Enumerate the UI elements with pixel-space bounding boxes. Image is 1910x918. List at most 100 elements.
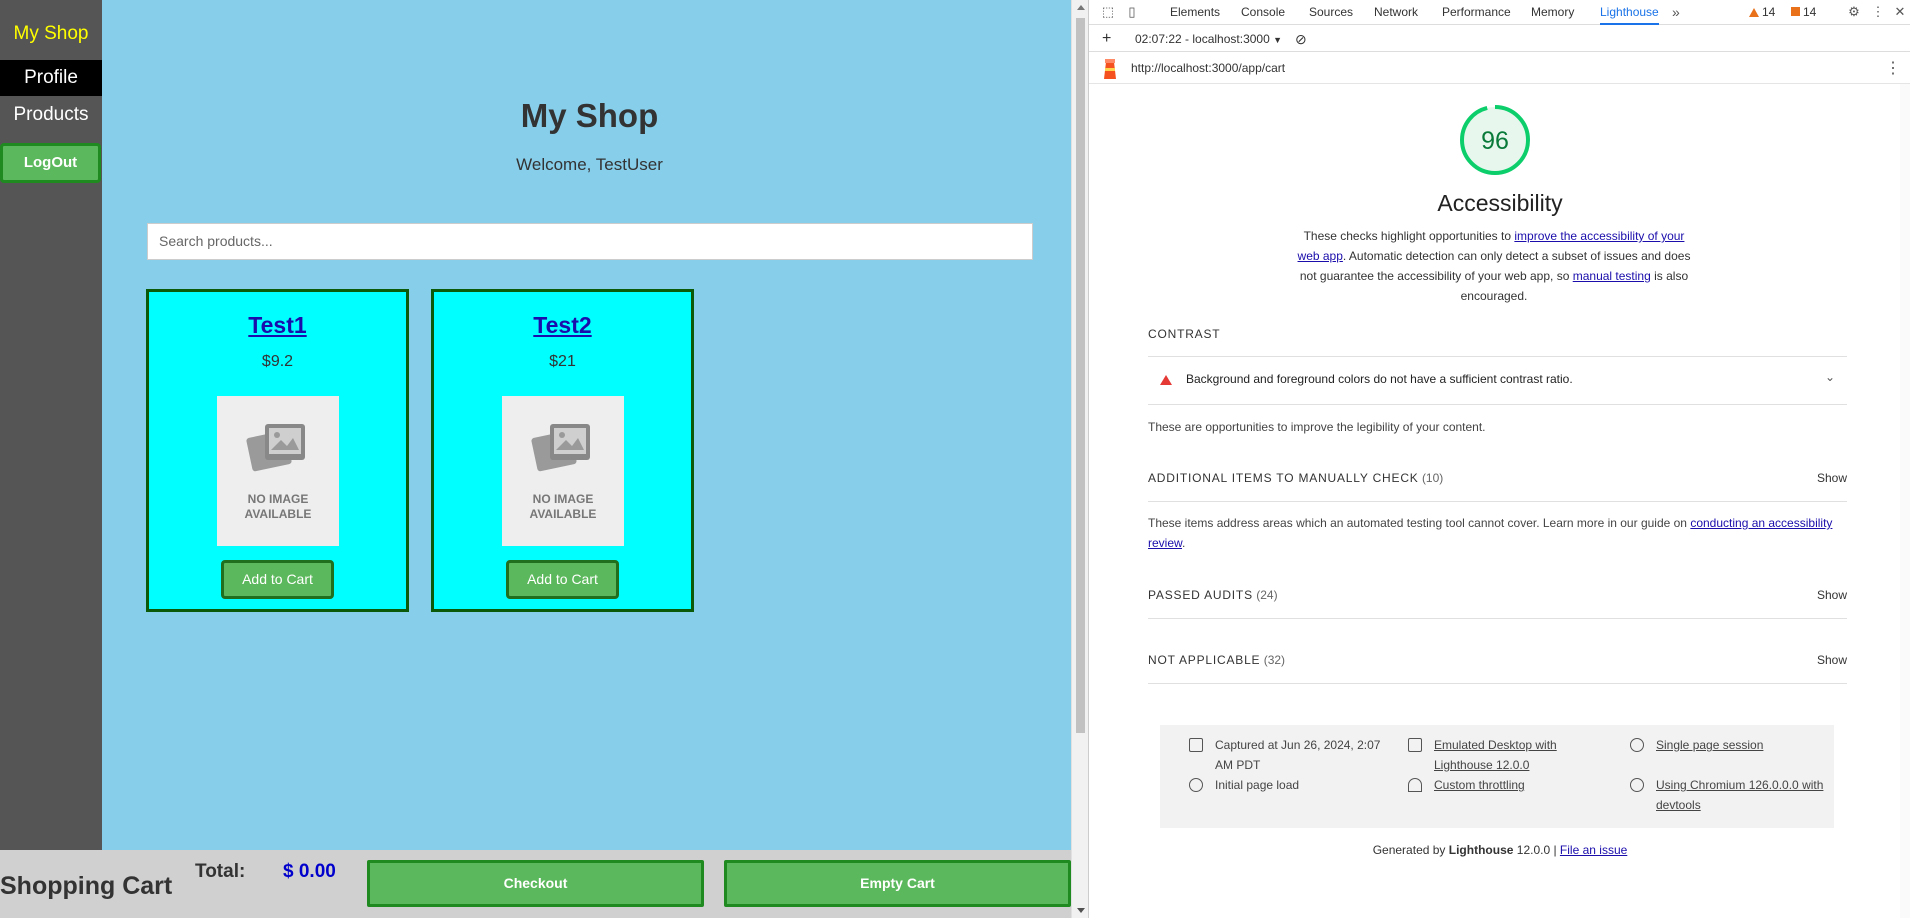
report-footer: Generated by Lighthouse 12.0.0 | File an… bbox=[1089, 843, 1910, 857]
na-show-toggle[interactable]: Show bbox=[1817, 653, 1847, 667]
passed-count: (24) bbox=[1256, 588, 1278, 602]
score-value: 96 bbox=[1481, 127, 1509, 155]
manual-section: ADDITIONAL ITEMS TO MANUALLY CHECK (10) … bbox=[1148, 471, 1847, 485]
warnings-badge[interactable]: 14 bbox=[1749, 0, 1775, 25]
na-section: NOT APPLICABLE (32) Show bbox=[1148, 653, 1847, 667]
main-content: My Shop Welcome, TestUser Search product… bbox=[102, 0, 1071, 850]
tab-memory[interactable]: Memory bbox=[1531, 0, 1574, 25]
report-menu-icon[interactable]: ⋮ bbox=[1885, 53, 1901, 84]
search-input[interactable]: Search products... bbox=[147, 223, 1033, 260]
product-name-link[interactable]: Test2 bbox=[434, 312, 691, 339]
product-name-link[interactable]: Test1 bbox=[149, 312, 406, 339]
product-card: Test1 $9.2 NO IMAGE AVAILABLE Add to Car… bbox=[146, 289, 409, 612]
shopping-cart-bar: Shopping Cart Total: $ 0.00 Checkout Emp… bbox=[0, 850, 1071, 918]
scrollbar-thumb[interactable] bbox=[1076, 18, 1085, 733]
add-to-cart-button[interactable]: Add to Cart bbox=[221, 560, 334, 599]
cart-title: Shopping Cart bbox=[0, 872, 173, 900]
report-url-bar: http://localhost:3000/app/cart ⋮ bbox=[1089, 53, 1910, 84]
nav-profile[interactable]: Profile bbox=[0, 60, 102, 96]
manual-count: (10) bbox=[1421, 471, 1444, 485]
devtools-tabbar: ⬚ ▯ Elements Console Sources Network Per… bbox=[1089, 0, 1910, 25]
audit-title: Background and foreground colors do not … bbox=[1186, 372, 1573, 386]
product-price: $21 bbox=[549, 353, 576, 370]
no-image-icon bbox=[531, 424, 590, 472]
issues-count: 14 bbox=[1803, 5, 1817, 19]
env-initial-text: Initial page load bbox=[1215, 778, 1300, 792]
page-scrollbar[interactable] bbox=[1071, 0, 1088, 918]
device-toolbar-icon[interactable]: ▯ bbox=[1123, 3, 1141, 21]
issues-badge[interactable]: 14 bbox=[1791, 0, 1816, 25]
env-throttling-text: Custom throttling bbox=[1434, 778, 1525, 792]
warnings-count: 14 bbox=[1762, 5, 1776, 19]
report-url: http://localhost:3000/app/cart bbox=[1131, 61, 1286, 75]
cart-total-label: Total: bbox=[195, 861, 246, 882]
scroll-down-arrow-icon[interactable] bbox=[1077, 908, 1085, 913]
runtime-settings: Captured at Jun 26, 2024, 2:07 AM PDT In… bbox=[1160, 725, 1834, 828]
lighthouse-logo-icon bbox=[1104, 59, 1116, 79]
product-card: Test2 $21 NO IMAGE AVAILABLE Add to Cart bbox=[431, 289, 694, 612]
tab-console[interactable]: Console bbox=[1241, 0, 1285, 25]
nav-products[interactable]: Products bbox=[0, 96, 102, 134]
new-report-icon[interactable]: + bbox=[1102, 26, 1111, 52]
env-session-text: Single page session bbox=[1656, 738, 1764, 752]
env-captured-text: Captured at Jun 26, 2024, 2:07 AM PDT bbox=[1215, 738, 1381, 772]
add-to-cart-button[interactable]: Add to Cart bbox=[506, 560, 619, 599]
report-select[interactable]: 02:07:22 - localhost:3000 ▼ bbox=[1135, 26, 1282, 52]
no-image-line-2: AVAILABLE bbox=[244, 507, 312, 521]
no-image-line-2: AVAILABLE bbox=[529, 507, 597, 521]
product-image: NO IMAGE AVAILABLE bbox=[502, 396, 624, 546]
warning-icon bbox=[1749, 8, 1759, 17]
devices-icon bbox=[1408, 738, 1422, 752]
passed-show-toggle[interactable]: Show bbox=[1817, 588, 1847, 602]
footer-version: 12.0.0 | bbox=[1513, 843, 1560, 857]
wifi-icon bbox=[1408, 778, 1422, 792]
chevron-down-icon[interactable]: ⌄ bbox=[1825, 370, 1835, 384]
welcome-text: Welcome, TestUser bbox=[516, 155, 663, 174]
tab-sources[interactable]: Sources bbox=[1309, 0, 1353, 25]
category-description: These checks highlight opportunities to … bbox=[1294, 226, 1694, 306]
fail-triangle-icon bbox=[1160, 375, 1172, 385]
desc-text-1: These checks highlight opportunities to bbox=[1303, 229, 1515, 243]
close-icon[interactable]: ✕ bbox=[1891, 3, 1909, 21]
report-scrollbar[interactable] bbox=[1900, 84, 1910, 918]
env-emulated-text: Emulated Desktop with Lighthouse 12.0.0 bbox=[1434, 738, 1557, 772]
timer-icon bbox=[1189, 778, 1203, 792]
manual-heading: ADDITIONAL ITEMS TO MANUALLY CHECK bbox=[1148, 471, 1419, 485]
category-title: Accessibility bbox=[1437, 190, 1563, 216]
chromium-icon bbox=[1630, 778, 1644, 792]
cart-total-value: $ 0.00 bbox=[283, 861, 336, 882]
contrast-heading: CONTRAST bbox=[1148, 327, 1221, 341]
tab-performance[interactable]: Performance bbox=[1442, 0, 1511, 25]
contrast-section: CONTRAST bbox=[1148, 327, 1847, 341]
lighthouse-toolbar: + 02:07:22 - localhost:3000 ▼ ⊘ bbox=[1089, 26, 1910, 52]
product-price: $9.2 bbox=[261, 353, 294, 370]
na-count: (32) bbox=[1263, 653, 1286, 667]
contrast-audit-row[interactable]: Background and foreground colors do not … bbox=[1148, 357, 1847, 403]
logout-button[interactable]: LogOut bbox=[0, 143, 101, 183]
env-chromium-text: Using Chromium 126.0.0.0 with devtools bbox=[1656, 778, 1824, 812]
divider bbox=[1148, 618, 1847, 619]
report-select-value: 02:07:22 - localhost:3000 bbox=[1135, 32, 1270, 46]
gear-icon[interactable]: ⚙ bbox=[1845, 3, 1863, 21]
devtools-panel: ⬚ ▯ Elements Console Sources Network Per… bbox=[1088, 0, 1910, 918]
passed-section: PASSED AUDITS (24) Show bbox=[1148, 588, 1847, 602]
tab-lighthouse[interactable]: Lighthouse bbox=[1600, 0, 1659, 25]
brand-link[interactable]: My Shop bbox=[0, 0, 102, 60]
manual-testing-link[interactable]: manual testing bbox=[1573, 269, 1651, 283]
checkout-button[interactable]: Checkout bbox=[367, 860, 704, 907]
clear-icon[interactable]: ⊘ bbox=[1295, 26, 1307, 52]
no-image-line-1: NO IMAGE bbox=[532, 492, 594, 506]
file-issue-link[interactable]: File an issue bbox=[1560, 843, 1627, 857]
manual-show-toggle[interactable]: Show bbox=[1817, 471, 1847, 485]
inspect-element-icon[interactable]: ⬚ bbox=[1099, 3, 1117, 21]
tab-elements[interactable]: Elements bbox=[1170, 0, 1220, 25]
kebab-menu-icon[interactable]: ⋮ bbox=[1869, 3, 1887, 21]
product-image: NO IMAGE AVAILABLE bbox=[217, 396, 339, 546]
no-image-line-1: NO IMAGE bbox=[247, 492, 309, 506]
empty-cart-button[interactable]: Empty Cart bbox=[724, 860, 1071, 907]
divider bbox=[1148, 683, 1847, 684]
scroll-up-arrow-icon[interactable] bbox=[1077, 5, 1085, 10]
chevron-down-icon: ▼ bbox=[1273, 35, 1283, 45]
more-tabs-icon[interactable]: » bbox=[1672, 0, 1680, 25]
tab-network[interactable]: Network bbox=[1374, 0, 1418, 25]
